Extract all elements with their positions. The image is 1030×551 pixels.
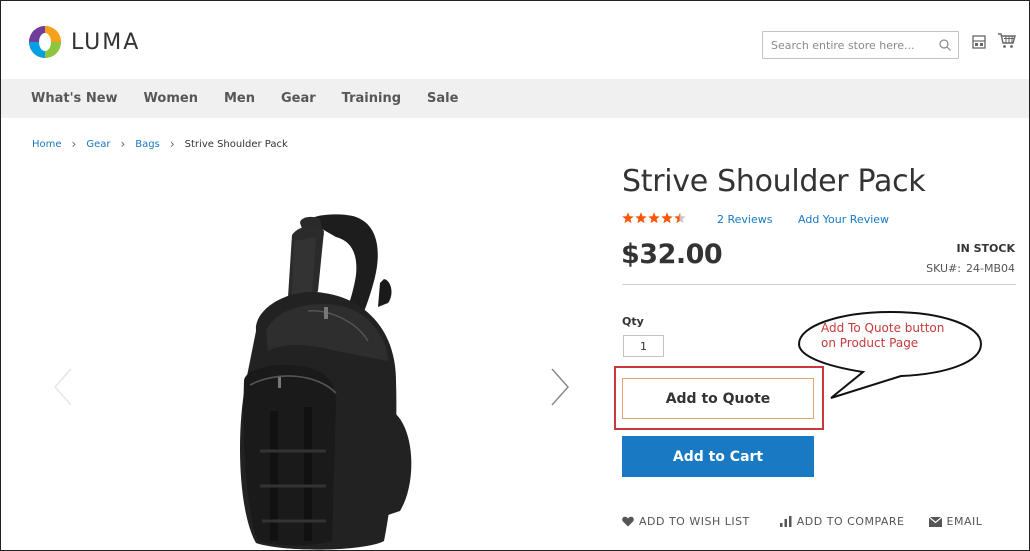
rating-stars <box>622 212 686 224</box>
star-filled-0 <box>622 212 634 224</box>
envelope-icon <box>928 516 942 527</box>
star-filled-1 <box>635 212 647 224</box>
heart-icon <box>622 516 634 527</box>
chevron-right-icon: › <box>120 137 126 151</box>
nav-item-women[interactable]: Women <box>144 91 198 106</box>
sku-label: SKU#: <box>926 262 961 275</box>
add-to-cart-button[interactable]: Add to Cart <box>622 436 814 477</box>
add-to-compare-link[interactable]: ADD TO COMPARE <box>779 515 905 528</box>
wish-list-label: ADD TO WISH LIST <box>639 515 750 528</box>
header: LUMA <box>1 1 1029 79</box>
cart-icon[interactable] <box>997 31 1017 51</box>
stock-status: IN STOCK <box>956 242 1015 255</box>
breadcrumb-current: Strive Shoulder Pack <box>184 138 288 150</box>
qty-label: Qty <box>622 315 644 328</box>
search-icon[interactable] <box>932 32 958 58</box>
breadcrumb: Home › Gear › Bags › Strive Shoulder Pac… <box>32 137 288 151</box>
chevron-right-icon: › <box>71 137 77 151</box>
callout-text: Add To Quote button on Product Page <box>821 321 944 351</box>
qty-input[interactable] <box>623 335 664 357</box>
main-nav: What's New Women Men Gear Training Sale <box>1 79 1029 118</box>
email-link[interactable]: EMAIL <box>928 515 983 528</box>
nav-item-whats-new[interactable]: What's New <box>31 91 118 106</box>
luma-logo-icon <box>29 26 61 58</box>
page-frame: LUMA What's New Women Men Gea <box>0 0 1030 551</box>
compare-label: ADD TO COMPARE <box>796 515 905 528</box>
breadcrumb-gear[interactable]: Gear <box>86 139 110 150</box>
nav-item-training[interactable]: Training <box>342 91 401 106</box>
add-review-link[interactable]: Add Your Review <box>798 213 889 226</box>
search-input[interactable] <box>763 32 932 58</box>
bar-chart-icon <box>779 516 792 527</box>
logo-text: LUMA <box>71 29 141 55</box>
product-image[interactable] <box>196 211 426 551</box>
nav-item-men[interactable]: Men <box>224 91 255 106</box>
nav-item-sale[interactable]: Sale <box>427 91 458 106</box>
sku-value: 24-MB04 <box>965 262 1015 275</box>
chevron-right-icon: › <box>169 137 175 151</box>
callout-line-1: Add To Quote button <box>821 321 945 335</box>
add-to-quote-button[interactable]: Add to Quote <box>622 378 814 419</box>
product-sku: SKU#: 24-MB04 <box>926 262 1015 275</box>
gallery-prev-arrow-icon[interactable] <box>53 367 73 407</box>
gallery-next-arrow-icon[interactable] <box>550 367 570 407</box>
star-filled-2 <box>648 212 660 224</box>
product-title: Strive Shoulder Pack <box>622 164 926 199</box>
star-filled-3 <box>661 212 673 224</box>
divider <box>622 284 1016 285</box>
logo[interactable]: LUMA <box>28 25 140 59</box>
search-box <box>762 31 959 59</box>
breadcrumb-bags[interactable]: Bags <box>135 139 160 150</box>
breadcrumb-home[interactable]: Home <box>32 139 62 150</box>
compare-icon[interactable] <box>972 35 986 49</box>
reviews-link[interactable]: 2 Reviews <box>717 213 772 226</box>
callout-line-2: on Product Page <box>821 336 919 350</box>
star-rating-icon <box>622 212 686 224</box>
nav-item-gear[interactable]: Gear <box>281 91 316 106</box>
add-to-wish-list-link[interactable]: ADD TO WISH LIST <box>622 515 750 528</box>
product-actions: ADD TO WISH LIST ADD TO COMPARE EMAIL <box>622 515 982 528</box>
email-label: EMAIL <box>946 515 983 528</box>
product-price: $32.00 <box>621 239 723 270</box>
